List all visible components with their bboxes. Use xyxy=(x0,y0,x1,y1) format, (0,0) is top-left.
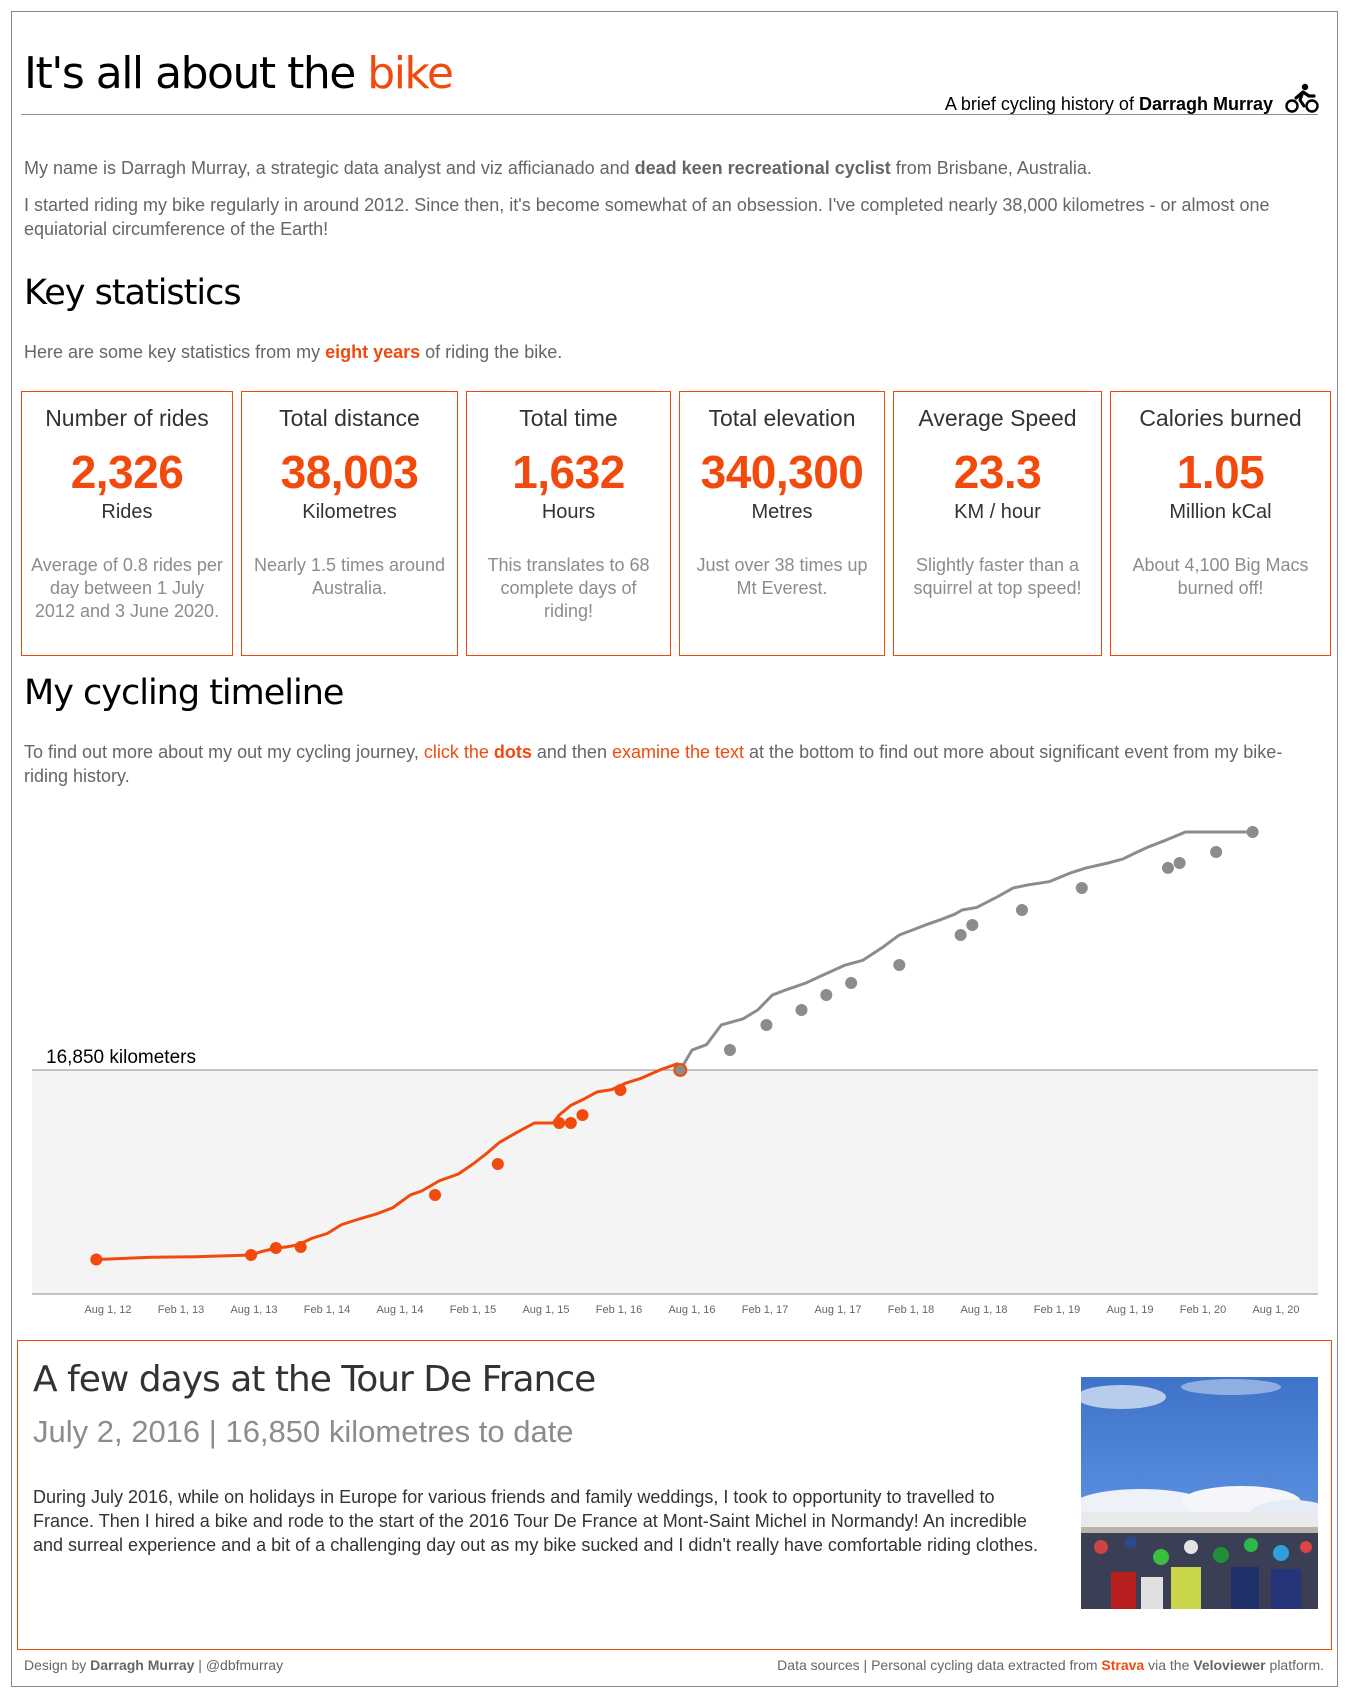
x-tick-label: Aug 1, 19 xyxy=(1106,1304,1153,1316)
x-tick-label: Feb 1, 17 xyxy=(742,1304,788,1316)
timeline-event-dot-selected[interactable] xyxy=(673,1062,688,1077)
x-tick-label: Aug 1, 12 xyxy=(84,1304,131,1316)
below-threshold-band xyxy=(32,1069,1318,1294)
footer-sources-text: Data sources | Personal cycling data ext… xyxy=(777,1657,1102,1673)
footer-sources-mid: via the xyxy=(1144,1657,1194,1673)
veloviewer-link[interactable]: Veloviewer xyxy=(1193,1657,1265,1673)
tour-de-france-photo xyxy=(1081,1377,1318,1609)
timeline-event-dot[interactable] xyxy=(269,1242,282,1255)
timeline-event-dot[interactable] xyxy=(576,1109,589,1122)
event-detail-panel: A few days at the Tour De France July 2,… xyxy=(17,1340,1332,1650)
x-tick-label: Aug 1, 13 xyxy=(230,1304,277,1316)
x-tick-label: Feb 1, 15 xyxy=(450,1304,496,1316)
timeline-event-dot[interactable] xyxy=(954,928,967,941)
timeline-event-dot[interactable] xyxy=(491,1157,504,1170)
x-tick-label: Feb 1, 14 xyxy=(304,1304,350,1316)
x-tick-label: Aug 1, 17 xyxy=(814,1304,861,1316)
timeline-event-dot[interactable] xyxy=(723,1044,736,1057)
x-tick-label: Feb 1, 19 xyxy=(1034,1304,1080,1316)
x-tick-label: Aug 1, 14 xyxy=(376,1304,423,1316)
timeline-event-dot[interactable] xyxy=(1015,904,1028,917)
reference-line-label: 16,850 kilometers xyxy=(46,1047,196,1068)
footer-handle: | @dbfmurray xyxy=(194,1657,284,1673)
x-tick-label: Aug 1, 15 xyxy=(522,1304,569,1316)
timeline-event-dot[interactable] xyxy=(845,977,858,990)
timeline-event-dot[interactable] xyxy=(245,1249,258,1262)
x-tick-label: Aug 1, 16 xyxy=(668,1304,715,1316)
timeline-event-dot[interactable] xyxy=(429,1189,442,1202)
x-tick-label: Aug 1, 18 xyxy=(960,1304,1007,1316)
footer-sources-end: platform. xyxy=(1265,1657,1324,1673)
footer-author: Darragh Murray xyxy=(90,1657,195,1673)
event-title: A few days at the Tour De France xyxy=(33,1359,596,1400)
footer-text: Design by xyxy=(24,1657,91,1673)
timeline-event-dot[interactable] xyxy=(564,1117,577,1130)
x-tick-label: Feb 1, 20 xyxy=(1180,1304,1226,1316)
timeline-event-dot[interactable] xyxy=(795,1004,808,1017)
timeline-event-dot[interactable] xyxy=(1246,826,1259,839)
x-tick-label: Aug 1, 20 xyxy=(1252,1304,1299,1316)
timeline-event-dot[interactable] xyxy=(553,1117,566,1130)
timeline-event-dot[interactable] xyxy=(1161,861,1174,874)
timeline-event-dot[interactable] xyxy=(966,918,979,931)
strava-link[interactable]: Strava xyxy=(1101,1657,1144,1673)
timeline-event-dot[interactable] xyxy=(90,1253,103,1266)
timeline-chart: 16,850 kilometers Aug 1, 12 Feb 1, 13 Aug … xyxy=(32,826,1318,1316)
event-date-distance: July 2, 2016 | 16,850 kilometres to date xyxy=(33,1414,574,1449)
timeline-event-dot[interactable] xyxy=(1075,881,1088,894)
event-description: During July 2016, while on holidays in E… xyxy=(33,1487,1039,1555)
timeline-event-dot[interactable] xyxy=(1210,845,1223,858)
timeline-event-dot[interactable] xyxy=(820,989,833,1002)
timeline-event-dot[interactable] xyxy=(1173,856,1186,869)
timeline-event-dot[interactable] xyxy=(893,959,906,972)
timeline-event-dot[interactable] xyxy=(760,1018,773,1031)
footer-credits: Design by Darragh Murray | @dbfmurray xyxy=(24,1657,283,1673)
timeline-event-dot[interactable] xyxy=(294,1241,307,1254)
x-tick-label: Feb 1, 13 xyxy=(158,1304,204,1316)
timeline-event-dot[interactable] xyxy=(614,1083,627,1096)
footer-data-sources: Data sources | Personal cycling data ext… xyxy=(777,1657,1324,1673)
x-tick-label: Feb 1, 16 xyxy=(596,1304,642,1316)
x-tick-label: Feb 1, 18 xyxy=(888,1304,934,1316)
